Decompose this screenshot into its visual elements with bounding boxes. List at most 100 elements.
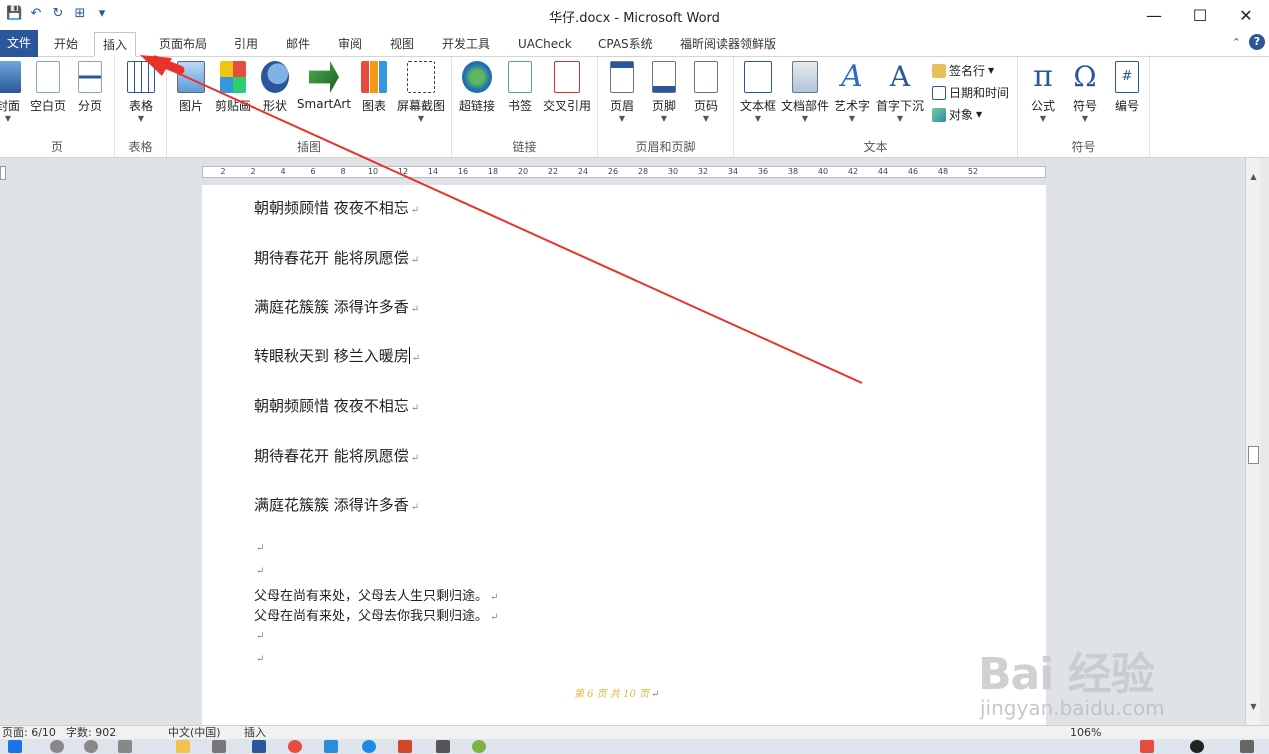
tab-selector[interactable]: [0, 166, 6, 180]
horizontal-ruler[interactable]: 2 2 4 6 8 10 12 14 16 18 20 22 24 26 28 30 32 34 36 38 40 42 4…: [202, 166, 1046, 178]
app3-taskbar-icon[interactable]: [436, 740, 450, 753]
document-line[interactable]: ↵: [254, 628, 264, 643]
chart-button[interactable]: 图表: [357, 61, 391, 114]
zoom-level[interactable]: 106%: [1070, 726, 1101, 740]
tab-file[interactable]: 文件: [0, 30, 38, 57]
document-line[interactable]: 满庭花簇簇 添得许多香 ↵: [254, 494, 419, 515]
chevron-down-icon: ▼: [896, 114, 904, 123]
ruler-tick: 12: [397, 167, 409, 176]
blank-page-button[interactable]: 空白页: [28, 61, 68, 114]
vertical-scrollbar[interactable]: ▲ ▼: [1245, 158, 1260, 725]
tab-uacheck[interactable]: UACheck: [510, 32, 580, 57]
tab-page-layout[interactable]: 页面布局: [151, 32, 215, 57]
footer-button[interactable]: 页脚 ▼: [646, 61, 682, 124]
insert-mode[interactable]: 插入: [244, 726, 266, 740]
app2-taskbar-icon[interactable]: [324, 740, 338, 753]
hyperlink-button[interactable]: 超链接: [456, 61, 498, 114]
scroll-up-icon[interactable]: ▲: [1246, 172, 1261, 181]
quick-parts-button[interactable]: 文档部件 ▼: [780, 61, 830, 124]
shapes-button[interactable]: 形状: [257, 61, 293, 114]
line-text: 朝朝频顾惜 夜夜不相忘: [254, 397, 409, 415]
scroll-thumb[interactable]: [1248, 446, 1259, 464]
cortana-icon[interactable]: [84, 740, 98, 753]
tab-home[interactable]: 开始: [46, 32, 86, 57]
document-line[interactable]: ↵: [254, 563, 264, 578]
tab-developer[interactable]: 开发工具: [434, 32, 498, 57]
tab-references[interactable]: 引用: [226, 32, 266, 57]
paragraph-mark: ↵: [410, 453, 420, 464]
smartart-button[interactable]: SmartArt: [295, 61, 353, 111]
scroll-down-icon[interactable]: ▼: [1246, 702, 1261, 711]
document-line[interactable]: 转眼秋天到 移兰入暖房 ↵: [254, 345, 420, 366]
document-line[interactable]: ↵: [254, 540, 264, 555]
cross-reference-button[interactable]: 交叉引用: [540, 61, 594, 114]
minimize-button[interactable]: —: [1131, 0, 1177, 30]
chevron-down-icon: ▼: [988, 66, 995, 75]
start-icon[interactable]: [8, 740, 22, 753]
object-icon: [932, 107, 946, 122]
equation-button[interactable]: π 公式 ▼: [1024, 61, 1062, 124]
page-break-button[interactable]: 分页: [72, 61, 108, 114]
document-page[interactable]: 第 6 页 共 10 页 ↵ 朝朝频顾惜 夜夜不相忘 ↵ 期待春花开 能将夙愿偿 ↵ 满庭…: [202, 185, 1046, 725]
page-counter[interactable]: 页面: 6/10: [2, 726, 56, 740]
close-button[interactable]: ✕: [1223, 0, 1269, 30]
table-button[interactable]: 表格 ▼: [121, 61, 161, 124]
tab-foxit[interactable]: 福昕阅读器领鲜版: [672, 32, 784, 57]
wordart-button[interactable]: A 艺术字 ▼: [832, 61, 872, 124]
cover-page-button[interactable]: 封面 ▼: [0, 61, 28, 124]
document-line[interactable]: 父母在尚有来处，父母去人生只剩归途。 ↵: [254, 585, 498, 604]
powerpoint-icon[interactable]: [398, 740, 412, 753]
help-icon[interactable]: ?: [1249, 34, 1265, 50]
date-time-label: 日期和时间: [949, 86, 1010, 100]
chevron-down-icon: ▼: [137, 114, 145, 123]
ruler-tick: 46: [907, 167, 919, 176]
language-indicator[interactable]: 中文(中国): [168, 726, 221, 740]
date-time-button[interactable]: 日期和时间: [932, 84, 1009, 101]
maximize-button[interactable]: ☐: [1177, 0, 1223, 30]
picture-button[interactable]: 图片: [173, 61, 209, 114]
word-taskbar-icon[interactable]: [252, 740, 266, 753]
group-illustrations: 图片 剪贴画 形状 SmartArt 图表 屏幕截图 ▼ 插图: [167, 57, 452, 158]
task-view-icon[interactable]: [118, 740, 132, 753]
app-taskbar-icon[interactable]: [288, 740, 302, 753]
magnifier-icon[interactable]: [212, 740, 226, 753]
text-box-button[interactable]: 文本框 ▼: [738, 61, 778, 124]
header-button[interactable]: 页眉 ▼: [604, 61, 640, 124]
tab-review[interactable]: 审阅: [330, 32, 370, 57]
document-line[interactable]: ↵: [254, 651, 264, 666]
line-text: 父母在尚有来处，父母去你我只剩归途。: [254, 609, 489, 624]
chevron-down-icon: ▼: [660, 114, 668, 123]
numbering-button[interactable]: # 编号: [1108, 61, 1146, 114]
word-count[interactable]: 字数: 902: [66, 726, 116, 740]
signature-line-button[interactable]: 签名行 ▼: [932, 62, 994, 79]
tab-mailings[interactable]: 邮件: [278, 32, 318, 57]
page-number-button[interactable]: 页码 ▼: [688, 61, 724, 124]
tab-cpas[interactable]: CPAS系统: [590, 32, 661, 57]
app4-taskbar-icon[interactable]: [472, 740, 486, 753]
screenshot-button[interactable]: 屏幕截图 ▼: [395, 61, 447, 124]
bookmark-button[interactable]: 书签: [502, 61, 538, 114]
drop-cap-button[interactable]: A 首字下沉 ▼: [874, 61, 926, 124]
document-line[interactable]: 期待春花开 能将夙愿偿 ↵: [254, 445, 419, 466]
document-line[interactable]: 满庭花簇簇 添得许多香 ↵: [254, 296, 419, 317]
group-symbols-label: 符号: [1071, 140, 1096, 154]
collapse-ribbon-icon[interactable]: ⌃: [1232, 36, 1241, 49]
clip-art-button[interactable]: 剪贴画: [213, 61, 253, 114]
symbol-button[interactable]: Ω 符号 ▼: [1066, 61, 1104, 124]
tray-icon-qq[interactable]: [1190, 740, 1204, 753]
tab-insert[interactable]: 插入: [94, 32, 137, 57]
ruler-tick: 8: [340, 167, 346, 176]
tray-icon-misc[interactable]: [1240, 740, 1254, 753]
document-line[interactable]: 期待春花开 能将夙愿偿 ↵: [254, 247, 419, 268]
document-line[interactable]: 朝朝频顾惜 夜夜不相忘 ↵: [254, 395, 419, 416]
object-button[interactable]: 对象 ▼: [932, 106, 982, 123]
shapes-label: 形状: [262, 99, 287, 113]
document-line[interactable]: 朝朝频顾惜 夜夜不相忘 ↵: [254, 197, 419, 218]
tab-view[interactable]: 视图: [382, 32, 422, 57]
ie-icon[interactable]: [362, 740, 376, 753]
table-icon: [127, 61, 155, 93]
search-icon[interactable]: [50, 740, 64, 753]
document-line[interactable]: 父母在尚有来处，父母去你我只剩归途。 ↵: [254, 605, 498, 624]
tray-icon-sogou[interactable]: [1140, 740, 1154, 753]
file-explorer-icon[interactable]: [176, 740, 190, 753]
